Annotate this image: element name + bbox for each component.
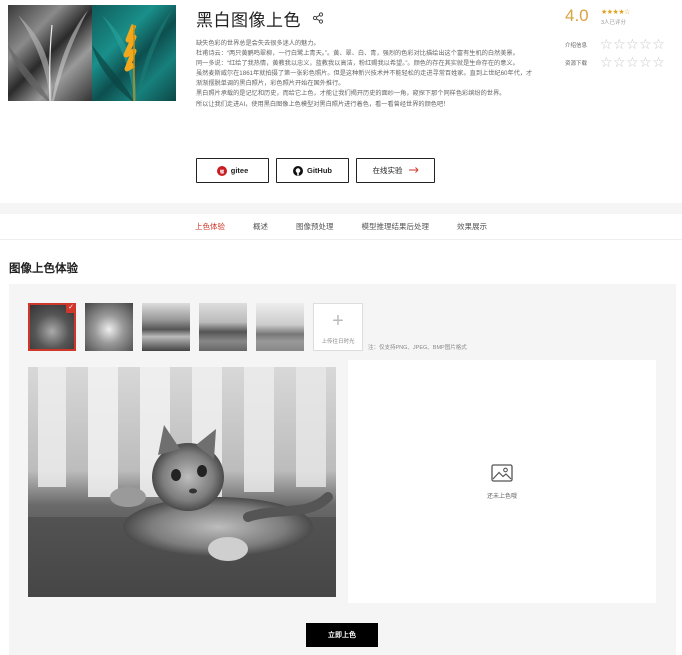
sample-image-rabbit[interactable] (85, 303, 133, 351)
section-tabs: 上色体验 概述 图像预处理 模型推理结果后处理 效果展示 (0, 214, 682, 240)
project-description: 缺失色彩的世界总是会失去很多迷人的魅力。 杜甫诗云：“两只黄鹂鸣翠柳，一行白鹭上… (196, 39, 536, 110)
upload-image-button[interactable]: + 上传往日时光 (313, 303, 363, 351)
source-image (28, 367, 336, 597)
online-button-label: 在线实验 (372, 166, 403, 175)
format-note: 注：仅支持PNG、JPEG、BMP图片格式 (368, 345, 467, 351)
share-icon[interactable] (312, 11, 324, 24)
description-line: 虽然麦斯威尔在1861年就拍摄了第一张彩色照片。但是这种新兴技术并不能轻松的走进… (196, 70, 533, 88)
colorize-button[interactable]: 立即上色 (306, 623, 378, 647)
plus-icon: + (332, 310, 344, 332)
online-experiment-button[interactable]: 在线实验 (356, 158, 435, 183)
description-line: 缺失色彩的世界总是会失去很多迷人的魅力。 (196, 40, 320, 47)
tab-postprocess[interactable]: 模型推理结果后处理 (348, 221, 444, 232)
result-placeholder: 还未上色哦 (486, 494, 517, 500)
upload-label: 上传往日时光 (321, 339, 355, 345)
rating-stars: ★★★★☆ (601, 9, 630, 16)
rate-download-label: 资源下载 (565, 61, 588, 67)
colorize-panel: ✓ + 上传往日时光 注：仅支持PNG、JPEG、BMP图片格式 还未上色哦 立… (9, 284, 676, 655)
image-icon (491, 464, 513, 482)
page-title: 黑白图像上色 (196, 11, 301, 30)
external-links: gitee GitHub 在线实验 (196, 158, 435, 183)
cover-images (8, 5, 176, 101)
description-line: 所以让我们走进AI，使用黑白图像上色模型对黑白照片进行着色，看一看曾经世界的颜色… (196, 100, 450, 108)
tab-overview[interactable]: 概述 (239, 221, 282, 232)
rating-score: 4.0 (565, 6, 589, 25)
description-line: 杜甫诗云：“两只黄鹂鸣翠柳，一行白鹭上青天。”。黄、翠、白、青，强烈的色彩对比描… (196, 50, 519, 58)
gitee-logo-icon (216, 165, 227, 176)
gitee-button[interactable]: gitee (196, 158, 269, 183)
sample-image-field[interactable] (256, 303, 304, 351)
description-line: 黑白照片承载的是记忆和历史，而给它上色，才能让我们揭开历史的面纱一角，窥探下那个… (196, 90, 506, 98)
arrow-right-icon (408, 166, 419, 175)
github-button[interactable]: GitHub (276, 158, 349, 183)
github-logo-icon (293, 165, 303, 176)
sample-image-riders[interactable] (199, 303, 247, 351)
sample-image-cat[interactable]: ✓ (28, 303, 76, 351)
tab-colorize-demo[interactable]: 上色体验 (181, 221, 239, 232)
cover-image-color (92, 5, 176, 101)
rating-count: 3人已评分 (601, 20, 627, 26)
sample-image-river[interactable] (142, 303, 190, 351)
rate-intro-label: 介绍信息 (565, 43, 588, 49)
section-title: 图像上色体验 (9, 263, 78, 275)
result-preview: 还未上色哦 (348, 360, 656, 603)
project-header: 黑白图像上色 缺失色彩的世界总是会失去很多迷人的魅力。 杜甫诗云：“两只黄鹂鸣翠… (0, 0, 682, 203)
tab-showcase[interactable]: 效果展示 (443, 221, 501, 232)
rate-intro-stars[interactable]: ☆☆☆☆☆ (600, 36, 665, 53)
cover-image-bw (8, 5, 92, 101)
tab-preprocess[interactable]: 图像预处理 (282, 221, 348, 232)
check-icon: ✓ (66, 303, 76, 313)
sample-image-list: ✓ + 上传往日时光 (28, 303, 363, 351)
section-divider (0, 203, 682, 214)
gitee-button-label: gitee (230, 166, 249, 175)
github-button-label: GitHub (307, 166, 332, 175)
description-line: 同一多说：“红给了我热情，黄教我以忠义，蓝教我以高洁，粉红赐我以希望。”。颜色的… (196, 60, 519, 68)
rate-download-stars[interactable]: ☆☆☆☆☆ (600, 54, 665, 71)
